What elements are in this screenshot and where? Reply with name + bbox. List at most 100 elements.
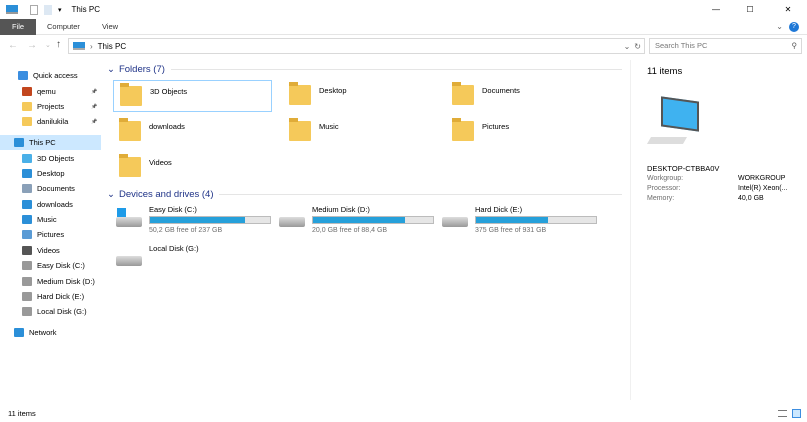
pin-icon[interactable]: 📌 bbox=[91, 89, 97, 95]
pin-icon[interactable]: 📌 bbox=[91, 119, 97, 125]
sidebar-item-label: This PC bbox=[29, 138, 56, 147]
folder-tile[interactable]: 3D Objects bbox=[113, 80, 272, 112]
drive-tile[interactable]: Hard Dick (E:) 375 GB free of 931 GB bbox=[438, 205, 598, 241]
folders-header[interactable]: ⌄ Folders (7) bbox=[107, 64, 622, 75]
search-icon: ⚲ bbox=[791, 41, 798, 50]
sidebar-item-label: Medium Disk (D:) bbox=[37, 277, 95, 286]
sidebar-item-label: Quick access bbox=[33, 71, 78, 80]
computer-illustration-icon bbox=[661, 96, 699, 132]
windows-logo-icon bbox=[117, 208, 126, 217]
help-icon[interactable]: ? bbox=[789, 21, 799, 32]
drive-name: Local Disk (G:) bbox=[149, 244, 199, 253]
sidebar-item-label: 3D Objects bbox=[37, 154, 75, 163]
drive-name: Hard Dick (E:) bbox=[475, 205, 523, 214]
sidebar-item[interactable]: Desktop bbox=[0, 166, 101, 181]
sidebar-item[interactable]: Easy Disk (C:) bbox=[0, 258, 101, 273]
folder-tile[interactable]: Documents bbox=[446, 80, 605, 112]
drive-usage-bar bbox=[312, 216, 434, 224]
detail-label: Memory: bbox=[647, 195, 675, 202]
sidebar-item-icon bbox=[22, 277, 32, 286]
drive-usage-bar bbox=[149, 216, 271, 224]
folder-name: Pictures bbox=[482, 122, 510, 131]
sidebar-item-label: Videos bbox=[37, 246, 60, 255]
drive-tile[interactable]: Local Disk (G:) bbox=[112, 244, 272, 280]
large-icons-view-button[interactable] bbox=[792, 409, 801, 418]
folder-name: Documents bbox=[482, 86, 520, 95]
detail-value: WORKGROUP bbox=[738, 175, 786, 182]
drive-tile[interactable]: Easy Disk (C:) 50,2 GB free of 237 GB bbox=[112, 205, 272, 241]
sidebar-item[interactable]: Pictures bbox=[0, 227, 101, 242]
detail-value: 40,0 GB bbox=[738, 195, 764, 202]
sidebar-item-label: Network bbox=[29, 328, 57, 337]
sidebar-item-label: Easy Disk (C:) bbox=[37, 261, 85, 270]
navigation-pane: Quick access qemu 📌 Projects 📌 danilukila 📌 Thi… bbox=[0, 0, 101, 400]
detail-label: Processor: bbox=[647, 185, 681, 192]
sidebar-item-label: Pictures bbox=[37, 230, 65, 239]
title-bar: ▾ This PC — ☐ ✕ bbox=[0, 0, 807, 19]
folder-tile[interactable]: Music bbox=[283, 116, 442, 148]
folder-tile[interactable]: downloads bbox=[113, 116, 272, 148]
folder-tile[interactable]: Videos bbox=[113, 152, 272, 184]
sidebar-item-icon bbox=[14, 138, 24, 147]
expand-ribbon-icon[interactable]: ⌄ bbox=[776, 22, 783, 31]
sidebar-item[interactable]: Documents bbox=[0, 181, 101, 196]
sidebar-item-icon bbox=[22, 154, 32, 163]
details-pane: 11 items DESKTOP-CTBBA0V Workgroup: WORKG… bbox=[630, 60, 807, 400]
sidebar-item-label: Music bbox=[37, 215, 57, 224]
search-input[interactable]: Search This PC ⚲ bbox=[649, 38, 802, 54]
folder-tile[interactable]: Desktop bbox=[283, 80, 442, 112]
close-button[interactable]: ✕ bbox=[769, 5, 807, 14]
folder-icon bbox=[289, 118, 311, 141]
sidebar-item[interactable]: Hard Dick (E:) bbox=[0, 289, 101, 304]
sidebar-item-icon bbox=[22, 117, 32, 126]
folder-tile[interactable]: Pictures bbox=[446, 116, 605, 148]
folder-icon bbox=[119, 118, 141, 141]
sidebar-item[interactable]: Medium Disk (D:) bbox=[0, 274, 101, 289]
sidebar-item-icon bbox=[22, 230, 32, 239]
breadcrumb[interactable]: This PC bbox=[98, 42, 126, 51]
address-bar[interactable]: › This PC ⌄ ↻ bbox=[68, 38, 645, 54]
keyboard-icon bbox=[646, 137, 688, 144]
sidebar-item[interactable]: Videos bbox=[0, 243, 101, 258]
details-view-button[interactable] bbox=[778, 410, 787, 417]
sidebar-item[interactable]: qemu 📌 bbox=[0, 84, 101, 99]
sidebar-item-icon bbox=[22, 246, 32, 255]
sidebar-item-icon bbox=[22, 102, 32, 111]
sidebar-item[interactable]: danilukila 📌 bbox=[0, 114, 101, 129]
sidebar-item[interactable]: Network bbox=[0, 325, 101, 340]
sidebar-item[interactable]: This PC bbox=[0, 135, 101, 150]
drive-usage-bar bbox=[475, 216, 597, 224]
drive-name: Easy Disk (C:) bbox=[149, 205, 197, 214]
status-bar: 11 items bbox=[0, 405, 807, 422]
drives-header[interactable]: ⌄ Devices and drives (4) bbox=[107, 189, 622, 200]
drive-tile[interactable]: Medium Disk (D:) 20,0 GB free of 88,4 GB bbox=[275, 205, 435, 241]
folder-name: Videos bbox=[149, 158, 172, 167]
sidebar-item-icon bbox=[22, 169, 32, 178]
sidebar-item[interactable]: 3D Objects bbox=[0, 151, 101, 166]
minimize-button[interactable]: — bbox=[701, 5, 731, 14]
folder-name: 3D Objects bbox=[150, 87, 188, 96]
sidebar-item-icon bbox=[22, 261, 32, 270]
pin-icon[interactable]: 📌 bbox=[91, 104, 97, 110]
sidebar-item-label: Hard Dick (E:) bbox=[37, 292, 85, 301]
maximize-button[interactable]: ☐ bbox=[731, 5, 769, 14]
sidebar-item[interactable]: Local Disk (G:) bbox=[0, 304, 101, 319]
ribbon-tabs: File Computer View ⌄ ? bbox=[0, 18, 807, 35]
sidebar-item[interactable]: Quick access bbox=[0, 68, 101, 83]
sidebar-item-icon bbox=[22, 87, 32, 96]
sidebar-item-label: Documents bbox=[37, 184, 75, 193]
folder-icon bbox=[120, 83, 142, 106]
sidebar-item-label: danilukila bbox=[37, 117, 69, 126]
drive-usage-fill bbox=[313, 217, 406, 223]
folder-icon bbox=[452, 82, 474, 105]
sidebar-item[interactable]: downloads bbox=[0, 197, 101, 212]
dropdown-icon[interactable]: ⌄ bbox=[624, 42, 631, 51]
detail-value: Intel(R) Xeon(... bbox=[738, 185, 788, 192]
chevron-down-icon: ⌄ bbox=[107, 189, 115, 200]
refresh-icon[interactable]: ↻ bbox=[634, 42, 641, 51]
sidebar-item[interactable]: Projects 📌 bbox=[0, 99, 101, 114]
sidebar-item-icon bbox=[14, 328, 24, 337]
search-placeholder: Search This PC bbox=[655, 41, 708, 50]
sidebar-item[interactable]: Music bbox=[0, 212, 101, 227]
computer-name: DESKTOP-CTBBA0V bbox=[647, 164, 720, 173]
